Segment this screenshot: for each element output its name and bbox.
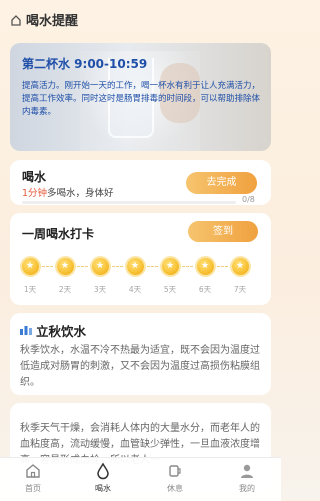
bottom-tab-bar: 首页 喝水 休息 我的 [0,457,281,501]
weekly-checkin-card: 一周喝水打卡 签到 ★ 1天 ★ 2天 ★ 3天 ★ 4天 ★ 5天 ★ 6天 ★ 7天 [10,213,271,305]
tab-label: 首页 [25,484,41,493]
home-icon[interactable] [10,14,22,26]
drink-progress-count: 0/8 [242,195,255,204]
tab-water[interactable]: 喝水 [78,462,128,494]
checkin-day: ★ 5天 [158,258,182,295]
article-card[interactable]: 立秋饮水 秋季饮水，水温不冷不热最为适宜，既不会因为温度过低造成对肠胃的刺激，又… [10,313,271,395]
banner-title: 第二杯水 9:00-10:59 [22,57,148,71]
day-connector [77,266,88,267]
article-body: 秋季饮水，水温不冷不热最为适宜，既不会因为温度过低造成对肠胃的刺激，又不会因为温… [20,345,260,388]
top-bar: 喝水提醒 [0,0,281,40]
drink-subtitle: 1分钟多喝水，身体好 [22,185,114,199]
day-label: 1天 [23,285,37,294]
go-complete-button[interactable]: 去完成 [186,172,257,194]
checkin-day: ★ 4天 [123,258,147,295]
checkin-day: ★ 1天 [18,258,42,295]
day-label: 5天 [163,285,177,294]
checkin-day: ★ 6天 [193,258,217,295]
day-connector [42,266,53,267]
drink-time-highlight: 1分钟 [22,188,48,199]
day-connector [182,266,193,267]
coin-icon: ★ [21,258,39,275]
drink-progress-bar [22,201,236,204]
article-title: 立秋饮水 [36,324,87,339]
checkin-day: ★ 2天 [53,258,77,295]
drink-task-card: 喝水 1分钟多喝水，身体好 去完成 0/8 [10,160,271,205]
article-bars-icon [20,326,32,335]
day-label: 4天 [128,285,142,294]
tab-label: 喝水 [95,484,111,493]
coin-icon: ★ [126,258,144,275]
coin-icon: ★ [56,258,74,275]
coin-icon: ★ [196,258,214,275]
coin-icon: ★ [231,258,249,275]
day-label: 2天 [58,285,72,294]
day-connector [112,266,123,267]
day-label: 3天 [93,285,107,294]
cup-icon [169,465,181,477]
checkin-day: ★ 7天 [228,258,252,295]
checkin-days: ★ 1天 ★ 2天 ★ 3天 ★ 4天 ★ 5天 ★ 6天 ★ 7天 [18,258,263,298]
tab-rest[interactable]: 休息 [150,462,200,494]
coin-icon: ★ [91,258,109,275]
day-connector [217,266,228,267]
drink-title: 喝水 [22,170,47,184]
tab-home[interactable]: 首页 [8,462,58,494]
water-drop-icon [97,462,109,480]
home-icon [26,464,40,478]
person-icon [241,464,253,478]
day-connector [147,266,158,267]
day-label: 6天 [198,285,212,294]
water-banner: 第二杯水 9:00-10:59 提高活力。刚开始一天的工作，喝一杯水有利于让人充… [10,43,271,151]
tab-label: 我的 [239,484,255,493]
page-title: 喝水提醒 [26,14,79,29]
tab-mine[interactable]: 我的 [222,462,272,494]
drink-subtitle-text: 多喝水，身体好 [47,188,114,199]
banner-description: 提高活力。刚开始一天的工作，喝一杯水有利于让人充满活力，提高工作效率。同时这时是… [22,81,261,117]
coin-icon: ★ [161,258,179,275]
checkin-button[interactable]: 签到 [188,221,258,242]
checkin-title: 一周喝水打卡 [22,227,95,241]
checkin-day: ★ 3天 [88,258,112,295]
day-label: 7天 [233,285,247,294]
tab-label: 休息 [167,484,183,493]
